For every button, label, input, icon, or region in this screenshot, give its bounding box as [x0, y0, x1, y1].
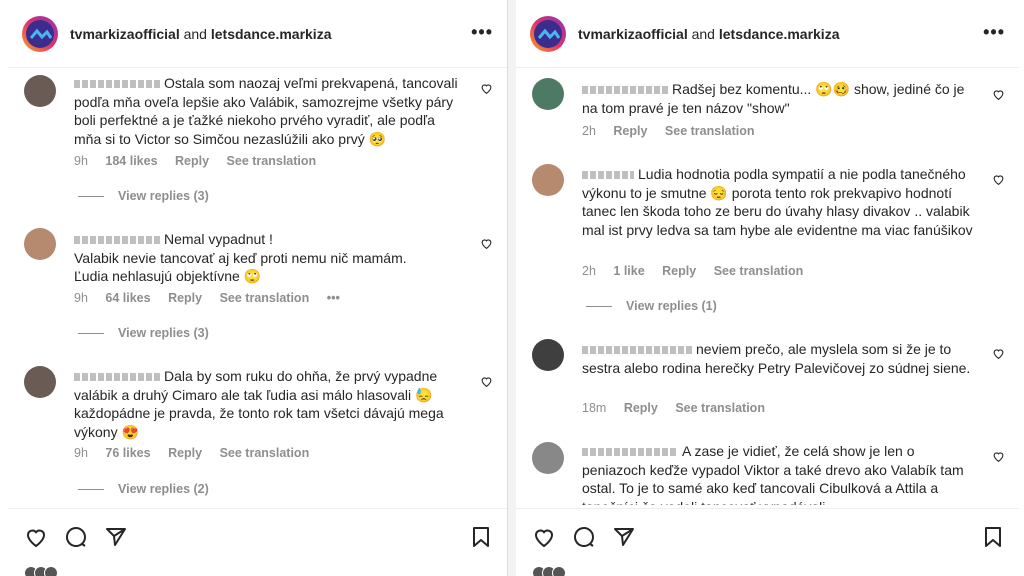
heart-icon[interactable] [480, 375, 493, 388]
reply-button[interactable]: Reply [175, 154, 209, 168]
comment: A zase je vidieť, že celá show je len o … [516, 0, 1019, 505]
post-actions [516, 508, 1019, 564]
comment-text: Dala by som ruku do ohňa, že prvý vypadn… [74, 368, 444, 440]
comment-icon[interactable] [64, 525, 88, 549]
liked-by-avatars[interactable] [24, 566, 84, 576]
view-replies-button[interactable]: View replies (2) [78, 482, 209, 496]
comment-time: 9h [74, 446, 88, 460]
right-post-panel: tvmarkizaofficial and letsdance.markiza … [516, 0, 1019, 576]
comment-icon[interactable] [572, 525, 596, 549]
reply-button[interactable]: Reply [168, 446, 202, 460]
comment-more-icon[interactable]: ••• [327, 291, 340, 305]
avatar[interactable] [532, 442, 564, 474]
share-icon[interactable] [612, 525, 636, 549]
reply-button[interactable]: Reply [168, 291, 202, 305]
bookmark-icon[interactable] [981, 525, 1005, 549]
comment-text: Nemal vypadnut ! Valabik nevie tancovať … [74, 231, 407, 284]
account-name[interactable]: tvmarkizaofficial [70, 26, 180, 42]
username-redacted[interactable] [74, 373, 160, 382]
avatar[interactable] [24, 366, 56, 398]
see-translation-link[interactable]: See translation [220, 446, 310, 460]
comment-time: 9h [74, 154, 88, 168]
comment-meta: 9h 76 likes Reply See translation [74, 446, 323, 460]
more-icon[interactable]: ••• [471, 22, 493, 43]
comment-likes[interactable]: 76 likes [105, 446, 150, 460]
account-avatar[interactable] [22, 16, 58, 52]
heart-icon[interactable] [24, 525, 48, 549]
username-redacted[interactable] [74, 236, 160, 245]
view-replies-button[interactable]: View replies (3) [78, 189, 209, 203]
username-redacted[interactable] [74, 80, 160, 89]
username-redacted[interactable] [582, 448, 678, 457]
heart-icon[interactable] [480, 82, 493, 95]
heart-icon[interactable] [532, 525, 556, 549]
liked-by-avatars[interactable] [532, 566, 592, 576]
collab-account-name[interactable]: letsdance.markiza [211, 26, 332, 42]
view-replies-button[interactable]: View replies (3) [78, 326, 209, 340]
bookmark-icon[interactable] [469, 525, 493, 549]
comment-likes[interactable]: 64 likes [105, 291, 150, 305]
see-translation-link[interactable]: See translation [220, 291, 310, 305]
comment-text: A zase je vidieť, že celá show je len o … [582, 443, 964, 505]
post-header: tvmarkizaofficial and letsdance.markiza … [8, 0, 507, 68]
heart-icon[interactable] [992, 450, 1005, 463]
comment-meta: 9h 184 likes Reply See translation [74, 154, 330, 168]
header-joiner: and [183, 26, 207, 42]
heart-icon[interactable] [480, 237, 493, 250]
avatar[interactable] [24, 228, 56, 260]
panel-gap [508, 0, 516, 576]
header-accounts: tvmarkizaofficial and letsdance.markiza [70, 26, 331, 42]
share-icon[interactable] [104, 525, 128, 549]
comment-meta: 9h 64 likes Reply See translation ••• [74, 291, 354, 305]
comment-likes[interactable]: 184 likes [105, 154, 157, 168]
avatar[interactable] [24, 75, 56, 107]
comment-time: 9h [74, 291, 88, 305]
left-post-panel: tvmarkizaofficial and letsdance.markiza … [8, 0, 508, 576]
comment-text: Ostala som naozaj veľmi prekvapená, tanc… [74, 75, 458, 147]
see-translation-link[interactable]: See translation [227, 154, 317, 168]
post-actions [8, 508, 507, 564]
